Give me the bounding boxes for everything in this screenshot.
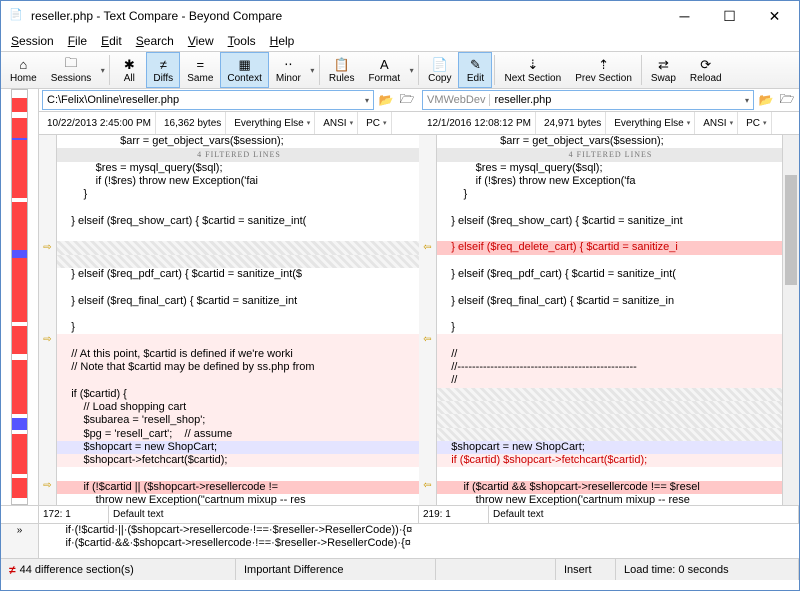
status-load: Load time: 0 seconds: [616, 559, 799, 580]
browse-icon[interactable]: 🗁: [778, 91, 796, 109]
left-gutter: ⇨⇨⇨: [39, 135, 57, 505]
right-code[interactable]: $arr = get_object_vars($session);4 FILTE…: [437, 135, 782, 505]
left-code[interactable]: $arr = get_object_vars($session);4 FILTE…: [57, 135, 419, 505]
window-title: reseller.php - Text Compare - Beyond Com…: [31, 9, 662, 23]
toolbar-swap[interactable]: ⇄Swap: [644, 52, 683, 88]
right-path-label: VMWebDev: [427, 94, 490, 106]
menu-tools[interactable]: Tools: [222, 32, 262, 50]
menu-view[interactable]: View: [182, 32, 220, 50]
menu-help[interactable]: Help: [264, 32, 301, 50]
menu-edit[interactable]: Edit: [95, 32, 128, 50]
close-button[interactable]: ✕: [752, 1, 797, 31]
toolbar-reload[interactable]: ⟳Reload: [683, 52, 729, 88]
left-path-row: C:\Felix\Online\reseller.php ▾ 📂 🗁: [39, 89, 419, 112]
menubar: SessionFileEditSearchViewToolsHelp: [1, 31, 799, 51]
right-cursor-pos: 219: 1: [419, 506, 489, 523]
left-path-text: C:\Felix\Online\reseller.php: [47, 94, 179, 106]
toolbar-edit[interactable]: ✎Edit: [458, 52, 492, 88]
vertical-scrollbar[interactable]: [782, 135, 799, 505]
left-pane: C:\Felix\Online\reseller.php ▾ 📂 🗁 10/22…: [39, 89, 419, 505]
toolbar-minor-dropdown[interactable]: ▾: [308, 66, 317, 75]
left-path-input[interactable]: C:\Felix\Online\reseller.php ▾: [42, 90, 374, 110]
right-path-text: reseller.php: [494, 94, 551, 106]
toolbar-rules[interactable]: 📋Rules: [322, 52, 362, 88]
right-ruler: Default text: [489, 506, 799, 523]
ruler-row: 172: 1 Default text 219: 1 Default text: [1, 505, 799, 523]
open-folder-icon[interactable]: 📂: [377, 91, 395, 109]
toolbar-format[interactable]: AFormat: [361, 52, 407, 88]
left-info-row: 10/22/2013 2:45:00 PM 16,362 bytes Every…: [39, 112, 419, 135]
left-cursor-pos: 172: 1: [39, 506, 109, 523]
app-icon: 📄: [9, 8, 25, 24]
toolbar-home[interactable]: ⌂Home: [3, 52, 44, 88]
toolbar-prev-section[interactable]: ⇡Prev Section: [568, 52, 639, 88]
toolbar: ⌂Home🗀Sessions▾✱All≠Diffs=Same▦Context‧‧…: [1, 51, 799, 89]
menu-session[interactable]: Session: [5, 32, 60, 50]
right-filter[interactable]: Everything Else: [610, 112, 695, 134]
status-mode: Important Difference: [236, 559, 436, 580]
menu-search[interactable]: Search: [130, 32, 180, 50]
toolbar-copy[interactable]: 📄Copy: [421, 52, 458, 88]
right-path-input[interactable]: VMWebDev reseller.php ▾: [422, 90, 754, 110]
toolbar-context[interactable]: ▦Context: [220, 52, 268, 88]
toolbar-format-dropdown[interactable]: ▾: [407, 66, 416, 75]
menu-file[interactable]: File: [62, 32, 93, 50]
right-encoding[interactable]: ANSI: [699, 112, 738, 134]
toolbar-sessions[interactable]: 🗀Sessions: [44, 52, 99, 88]
minimize-button[interactable]: ─: [662, 1, 707, 31]
left-ruler: Default text: [109, 506, 419, 523]
merge-detail-area[interactable]: » if·(!$cartid·||·($shopcart->resellerco…: [1, 523, 799, 558]
right-size: 24,971 bytes: [540, 112, 606, 134]
open-folder-icon[interactable]: 📂: [757, 91, 775, 109]
toolbar-sessions-dropdown[interactable]: ▾: [98, 66, 107, 75]
statusbar: ≠ 44 difference section(s) Important Dif…: [1, 558, 799, 580]
left-size: 16,362 bytes: [160, 112, 226, 134]
toolbar-minor[interactable]: ‧‧Minor: [269, 52, 308, 88]
toolbar-same[interactable]: =Same: [180, 52, 220, 88]
titlebar: 📄 reseller.php - Text Compare - Beyond C…: [1, 1, 799, 31]
left-encoding[interactable]: ANSI: [319, 112, 358, 134]
toolbar-all[interactable]: ✱All: [112, 52, 146, 88]
diff-count: 44 difference section(s): [20, 564, 134, 576]
toolbar-diffs[interactable]: ≠Diffs: [146, 52, 180, 88]
toolbar-next-section[interactable]: ⇣Next Section: [497, 52, 568, 88]
right-date: 12/1/2016 12:08:12 PM: [423, 112, 536, 134]
browse-icon[interactable]: 🗁: [398, 91, 416, 109]
left-date: 10/22/2013 2:45:00 PM: [43, 112, 156, 134]
right-pane: VMWebDev reseller.php ▾ 📂 🗁 12/1/2016 12…: [419, 89, 799, 505]
status-insert: Insert: [556, 559, 616, 580]
diff-status-icon: ≠: [9, 563, 16, 577]
left-eol[interactable]: PC: [362, 112, 391, 134]
maximize-button[interactable]: ☐: [707, 1, 752, 31]
right-gutter: ⇦⇦⇦: [419, 135, 437, 505]
right-eol[interactable]: PC: [742, 112, 771, 134]
right-path-row: VMWebDev reseller.php ▾ 📂 🗁: [419, 89, 799, 112]
overview-thumbnail[interactable]: [1, 89, 39, 505]
left-filter[interactable]: Everything Else: [230, 112, 315, 134]
right-info-row: 12/1/2016 12:08:12 PM 24,971 bytes Every…: [419, 112, 799, 135]
